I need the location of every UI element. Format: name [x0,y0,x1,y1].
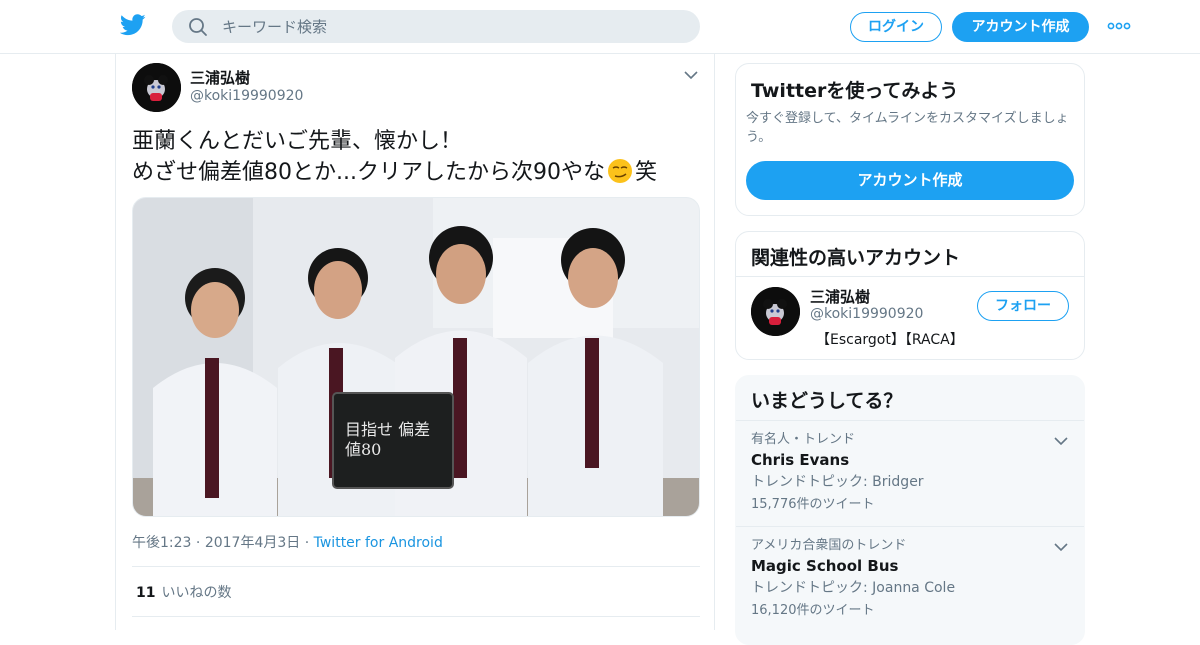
divider [736,526,1084,527]
tweet-time[interactable]: 午後1:23 [132,535,191,551]
search-input[interactable] [222,10,682,43]
tweet-metadata: 午後1:23 · 2017年4月3日 · Twitter for Android [132,532,443,552]
trends-card: いまどうしてる？ 有名人・トレンド Chris Evans トレンドトピック: … [735,375,1085,645]
tweet-text-line-2-end: 笑 [634,160,657,185]
author-handle[interactable]: @koki19990920 [190,88,303,104]
search-bar[interactable] [172,10,700,43]
promo-signup-button[interactable]: アカウント作成 [746,161,1074,200]
search-icon [189,18,207,36]
trend-topic: トレンドトピック: Joanna Cole [751,580,956,596]
top-navigation-bar: ログイン アカウント作成 [0,0,1200,54]
trend-tweet-count: 16,120件のツイート [751,603,875,618]
promo-description: 今すぐ登録して、タイムラインをカスタマイズしましょう。 [746,111,1069,145]
tweet-text-line-1: 亜蘭くんとだいご先輩、懐かし！ [132,129,463,154]
divider [132,616,700,617]
login-button[interactable]: ログイン [850,12,942,42]
related-account-bio: 【Escargot】【RACA】 [816,332,964,348]
likes-label: いいねの数 [161,585,232,601]
twitter-bird-icon[interactable] [120,13,146,37]
tweet-text-line-2: めざせ偏差値80とか...クリアしたから次90やな 笑 [132,157,702,188]
signup-button[interactable]: アカウント作成 [952,12,1089,42]
author-avatar[interactable] [132,63,181,112]
divider [132,566,700,567]
trend-context: 有名人・トレンド [751,432,856,447]
photo-sign-text: 目指せ 偏差値80 [345,420,431,459]
avatar-image [751,287,800,336]
related-title: 関連性の高いアカウント [751,247,961,269]
follow-button[interactable]: フォロー [977,291,1069,321]
tweet-photo[interactable]: 目指せ 偏差値80 [132,197,700,517]
trend-tweet-count: 15,776件のツイート [751,497,875,512]
likes-stat[interactable]: 11 いいねの数 [136,582,231,602]
tweet-detail: 三浦弘樹 @koki19990920 亜蘭くんとだいご先輩、懐かし！ めざせ偏差… [115,54,715,630]
trend-name: Magic School Bus [751,557,899,575]
related-accounts-card: 関連性の高いアカウント 三浦弘樹 @koki19990920 【Escargot… [735,231,1085,360]
author-name[interactable]: 三浦弘樹 [190,67,250,88]
trend-item[interactable]: 有名人・トレンド Chris Evans トレンドトピック: Bridger 1… [751,431,1071,516]
more-options-icon[interactable] [1107,20,1131,32]
divider [736,420,1084,421]
signup-promo-card: Twitterを使ってみよう 今すぐ登録して、タイムラインをカスタマイズしましょ… [735,63,1085,216]
likes-count: 11 [136,585,156,601]
chevron-down-icon[interactable] [684,70,698,80]
trend-name: Chris Evans [751,451,850,469]
tweet-source-link[interactable]: Twitter for Android [314,535,443,551]
tweet-text: 亜蘭くんとだいご先輩、懐かし！ めざせ偏差値80とか...クリアしたから次90や… [132,126,702,188]
divider [736,276,1084,277]
chevron-down-icon[interactable] [1054,542,1068,552]
related-account-name[interactable]: 三浦弘樹 [810,286,870,307]
meta-separator: · [304,535,314,551]
trend-context: アメリカ合衆国のトレンド [751,538,907,553]
trends-title: いまどうしてる？ [751,390,903,412]
meta-separator: · [195,535,205,551]
photo-students-image [133,198,699,516]
tweet-text-line-2-main: めざせ偏差値80とか...クリアしたから次90やな [132,160,605,185]
trend-topic: トレンドトピック: Bridger [751,474,924,490]
related-account-avatar[interactable] [751,287,800,336]
chevron-down-icon[interactable] [1054,436,1068,446]
promo-title: Twitterを使ってみよう [751,80,959,102]
related-account-handle[interactable]: @koki19990920 [810,306,923,322]
avatar-image [132,63,181,112]
trend-item[interactable]: アメリカ合衆国のトレンド Magic School Bus トレンドトピック: … [751,537,1071,622]
smirk-emoji-icon [607,159,632,183]
tweet-date[interactable]: 2017年4月3日 [205,535,300,551]
